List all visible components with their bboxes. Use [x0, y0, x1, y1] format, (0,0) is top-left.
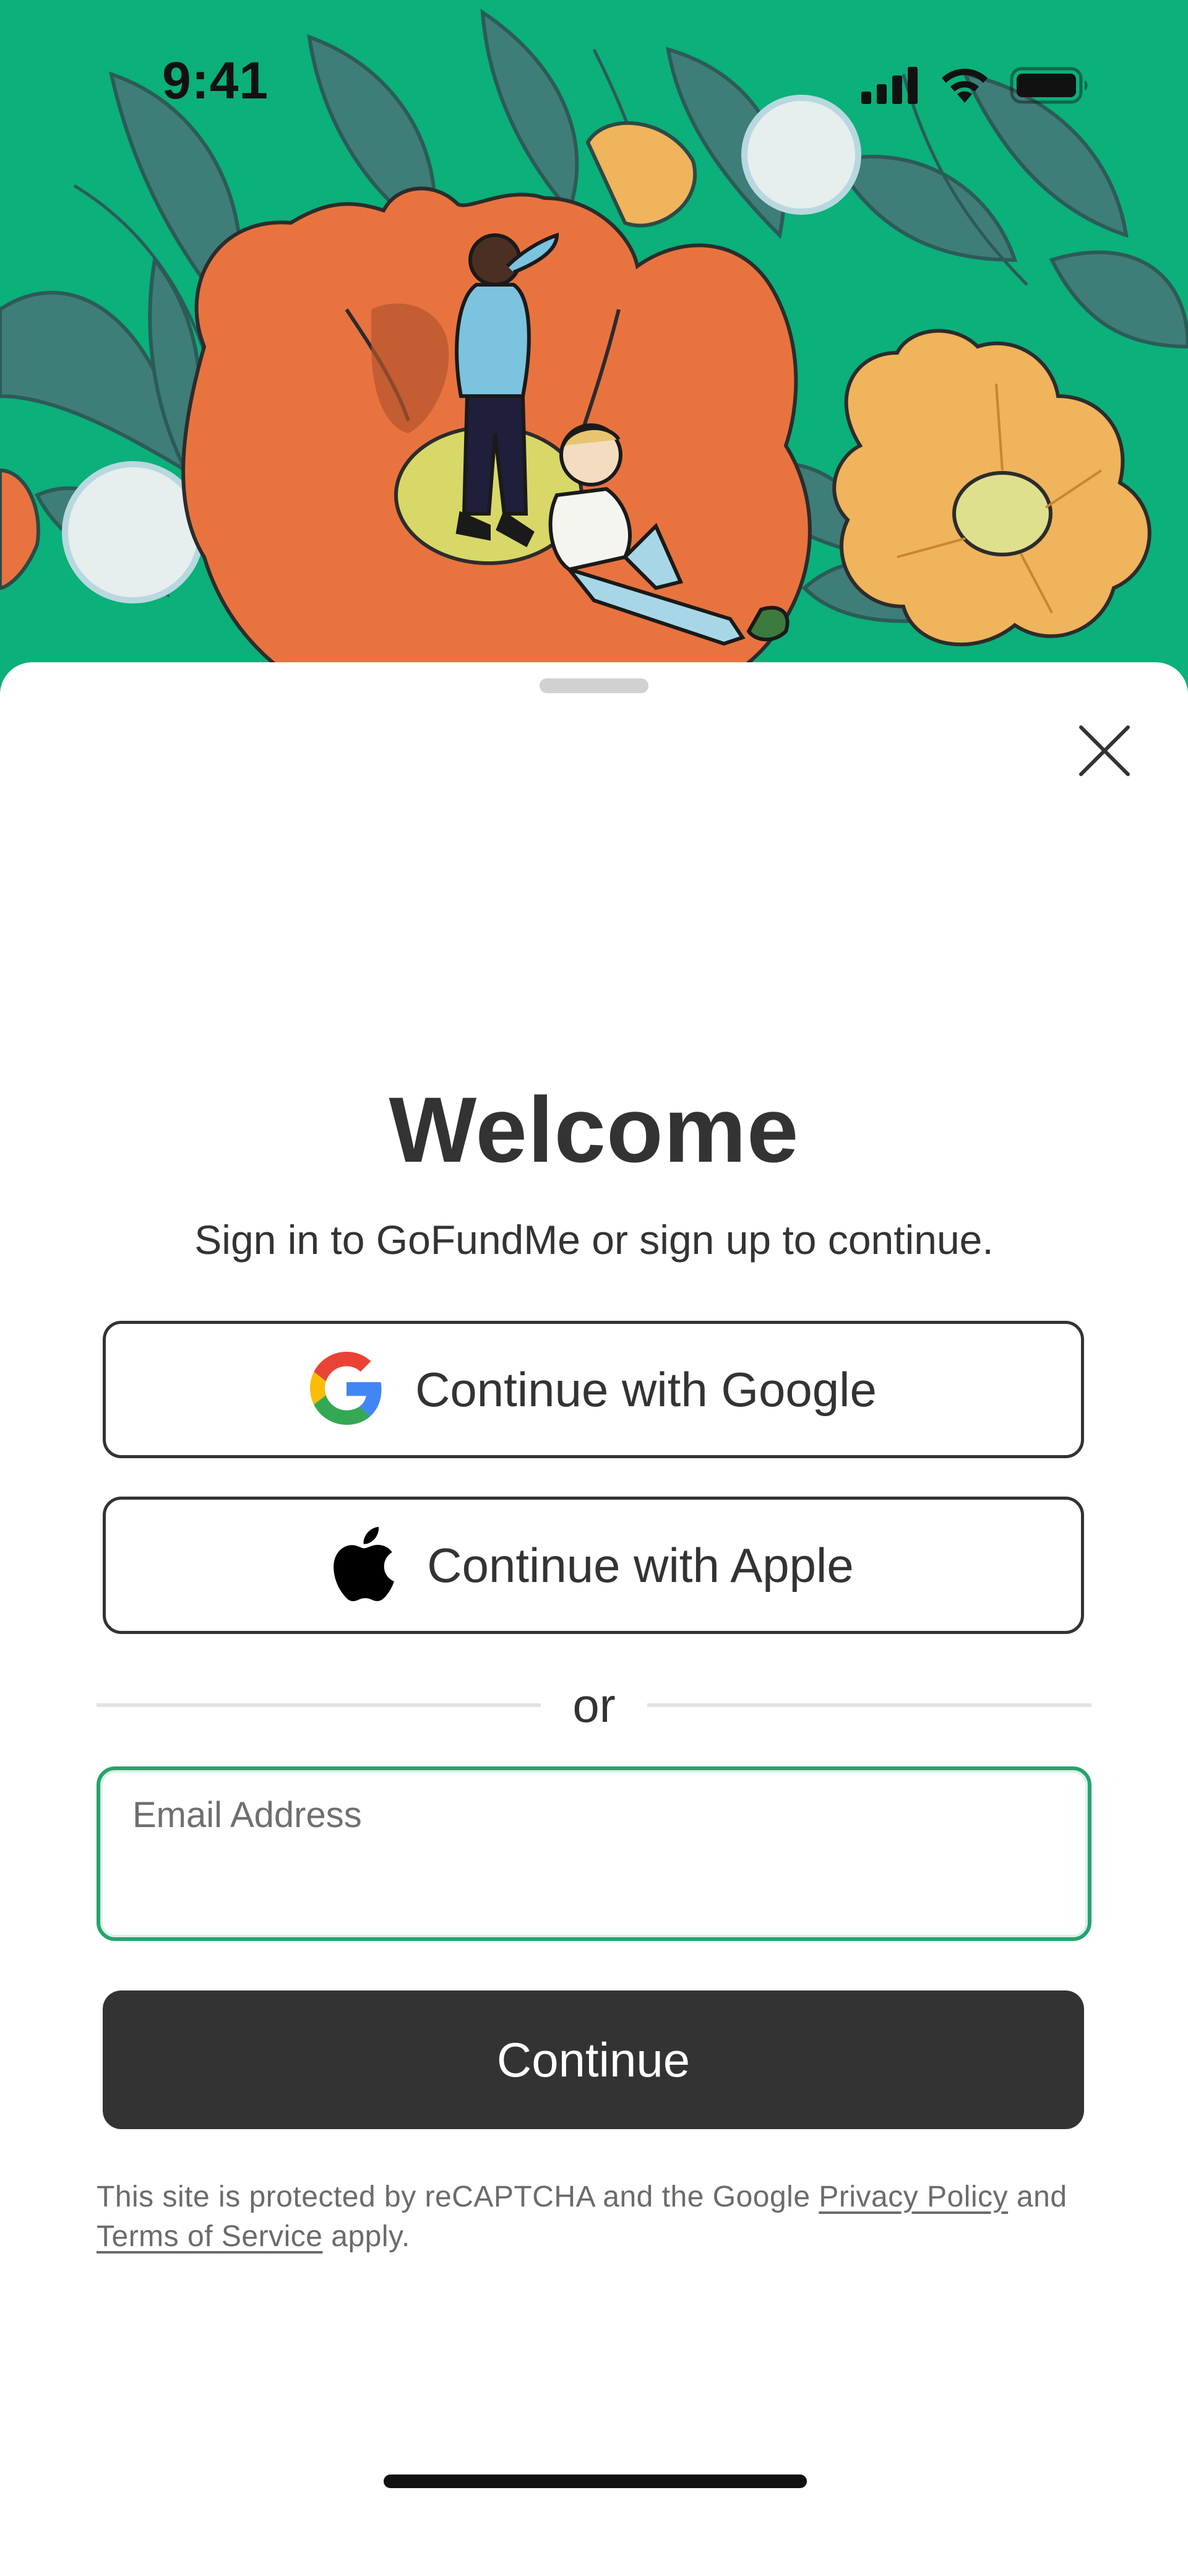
- status-icons: [861, 67, 1090, 107]
- close-button[interactable]: [1070, 718, 1138, 786]
- privacy-policy-link[interactable]: Privacy Policy: [819, 2181, 1008, 2213]
- legal-text-before: This site is protected by reCAPTCHA and …: [97, 2181, 819, 2213]
- close-icon: [1078, 724, 1131, 780]
- terms-of-service-link[interactable]: Terms of Service: [97, 2220, 322, 2253]
- continue-with-apple-button[interactable]: Continue with Apple: [103, 1497, 1084, 1634]
- google-button-label: Continue with Google: [415, 1362, 877, 1417]
- legal-text-after: apply.: [322, 2220, 410, 2253]
- continue-with-google-button[interactable]: Continue with Google: [103, 1321, 1084, 1458]
- login-screen: 9:41 Welcome Sign in to GoFundMe or sign…: [0, 0, 1188, 2576]
- or-divider: or: [97, 1677, 1091, 1733]
- wifi-icon: [939, 67, 990, 107]
- email-input[interactable]: [131, 1863, 1056, 1907]
- apple-button-label: Continue with Apple: [427, 1538, 854, 1593]
- legal-text-middle: and: [1008, 2181, 1067, 2213]
- divider-line-right: [647, 1703, 1091, 1707]
- sign-in-sheet: Welcome Sign in to GoFundMe or sign up t…: [0, 662, 1188, 2576]
- home-indicator[interactable]: [384, 2474, 807, 2488]
- google-logo-icon: [310, 1351, 383, 1428]
- sheet-grabber[interactable]: [540, 678, 648, 693]
- apple-logo-icon: [333, 1526, 395, 1604]
- email-field[interactable]: Email Address: [97, 1766, 1091, 1941]
- status-time: 9:41: [162, 51, 269, 110]
- recaptcha-legal-text: This site is protected by reCAPTCHA and …: [97, 2177, 1111, 2257]
- status-bar: 9:41: [0, 0, 1188, 106]
- signal-icon: [861, 67, 919, 107]
- battery-icon: [1010, 67, 1090, 107]
- email-field-label: Email Address: [132, 1795, 362, 1835]
- continue-button[interactable]: Continue: [103, 1990, 1084, 2129]
- page-title: Welcome: [389, 1078, 799, 1182]
- page-subtitle: Sign in to GoFundMe or sign up to contin…: [194, 1217, 994, 1263]
